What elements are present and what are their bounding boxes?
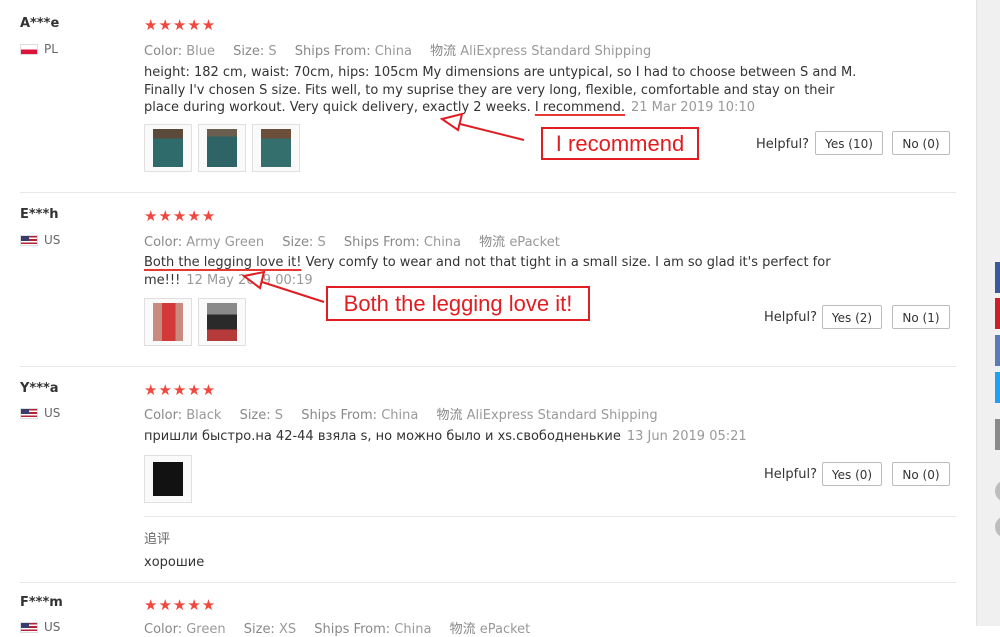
vk-share-icon[interactable] [995, 335, 1000, 366]
annotation-arrow-line [455, 122, 525, 141]
annotation-arrowhead [241, 270, 266, 290]
pinterest-share-icon[interactable] [995, 298, 1000, 329]
reviews-panel: A***e PL ★★★★★ Color: Blue Size: S Ships… [0, 0, 976, 637]
annotation-arrow-line [261, 281, 325, 303]
annotation-arrows [241, 112, 525, 303]
more-share-icon[interactable] [995, 419, 1000, 450]
annotation-arrowhead [439, 112, 464, 132]
facebook-share-icon[interactable] [995, 262, 1000, 293]
twitter-share-icon[interactable] [995, 372, 1000, 403]
